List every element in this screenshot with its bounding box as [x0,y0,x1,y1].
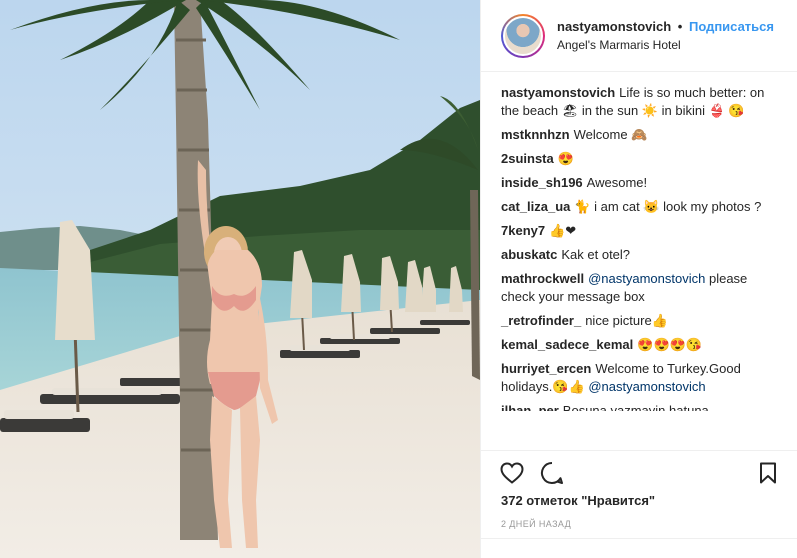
comment-text: Awesome! [586,175,648,190]
comment-item: mstknnhzn Welcome 🙈 [501,126,781,144]
header-text: nastyamonstovich • Подписаться Angel's M… [557,18,774,54]
comment-username[interactable]: inside_sh196 [501,175,583,190]
comment-username[interactable]: _retrofinder_ [501,313,581,328]
header-separator: • [677,18,683,34]
comment-item-partial: ilhan_per Bosuna yazmayin hatuna [501,402,781,411]
comment-username[interactable]: 2suinsta [501,151,554,166]
comment-item: hurriyet_ercen Welcome to Turkey.Good hol… [501,360,781,396]
comment-mention[interactable]: @nastyamonstovich [588,271,705,286]
comment-item: cat_liza_ua 🐈 i am cat 😺 look my photos ? [501,198,781,216]
comment-item: 2suinsta 😍 [501,150,781,168]
comment-item: 7keny7 👍❤ [501,222,781,240]
comment-item: _retrofinder_ nice picture👍 [501,312,781,330]
comment-item: abuskatc Kak et otel? [501,246,781,264]
beach-photo-image [0,0,480,558]
comment-text: Bosuna yazmayin hatuna [562,403,709,411]
comment-username[interactable]: abuskatc [501,247,557,262]
add-comment-area[interactable] [481,538,797,558]
avatar-image [503,15,543,56]
comment-button[interactable] [537,458,567,488]
bookmark-icon [760,462,776,483]
author-username[interactable]: nastyamonstovich [557,19,671,34]
comment-username[interactable]: cat_liza_ua [501,199,570,214]
post-actions [481,450,797,494]
comment-username[interactable]: ilhan_per [501,403,559,411]
comment-item: kemal_sadece_kemal 😍😍😍😘 [501,336,781,354]
header-top-line: nastyamonstovich • Подписаться [557,18,774,36]
comment-username[interactable]: nastyamonstovich [501,85,615,100]
comment-text: 👍❤ [549,223,577,238]
location-link[interactable]: Angel's Marmaris Hotel [557,36,774,54]
comment-text: 🐈 i am cat 😺 look my photos ? [574,199,762,214]
comment-text: 😍 [557,151,574,166]
heart-icon [500,461,524,484]
comment-clip: ilhan_per Bosuna yazmayin hatuna [501,402,781,411]
comment-username[interactable]: mathrockwell [501,271,584,286]
comment-caption: nastyamonstovich Life is so much better: … [501,84,781,120]
comment-text: Kak et otel? [561,247,631,262]
comment-text: 😍😍😍😘 [637,337,703,352]
avatar[interactable] [501,13,545,58]
post-header: nastyamonstovich • Подписаться Angel's M… [481,0,797,72]
comment-username[interactable]: hurriyet_ercen [501,361,591,376]
like-button[interactable] [497,458,527,488]
comment-item: inside_sh196 Awesome! [501,174,781,192]
save-button[interactable] [753,458,783,488]
comment-mention[interactable]: @nastyamonstovich [588,379,705,394]
post-side-panel: nastyamonstovich • Подписаться Angel's M… [480,0,797,558]
post-timestamp[interactable]: 2 ДНЕЙ НАЗАД [501,519,571,529]
comment-text: Welcome 🙈 [573,127,648,142]
comment-text: nice picture👍 [585,313,668,328]
comment-username[interactable]: kemal_sadece_kemal [501,337,633,352]
comment-username[interactable]: mstknnhzn [501,127,570,142]
post-photo[interactable] [0,0,480,558]
likes-count[interactable]: 372 отметок "Нравится" [501,493,655,508]
comment-item: mathrockwell @nastyamonstovich please che… [501,270,781,306]
comments-list[interactable]: nastyamonstovich Life is so much better: … [481,72,797,448]
comment-username[interactable]: 7keny7 [501,223,545,238]
follow-button[interactable]: Подписаться [689,19,774,34]
comment-bubble-icon [540,461,563,484]
instagram-post: nastyamonstovich • Подписаться Angel's M… [0,0,797,558]
